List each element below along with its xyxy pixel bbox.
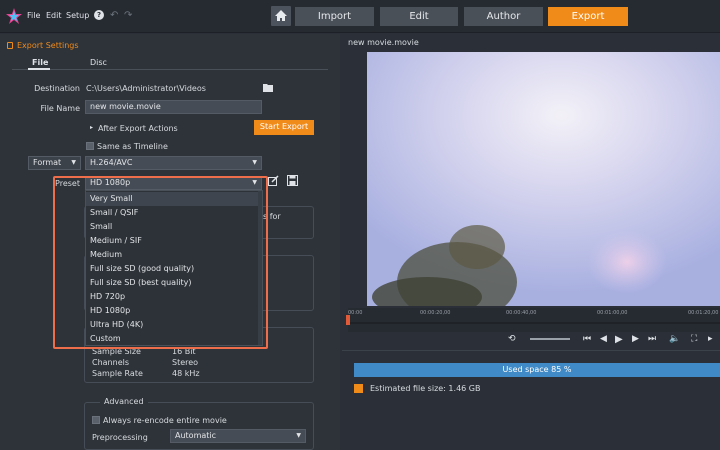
sample-rate-value: 48 kHz [172,369,200,378]
undo-icon[interactable]: ↶ [110,10,118,21]
filename-input[interactable]: new movie.movie [85,100,262,114]
home-button[interactable] [271,6,291,26]
timeline-tick: 00:00 [348,310,363,316]
same-as-timeline-checkbox[interactable] [86,142,94,150]
highlight-frame [53,176,268,349]
subtab-file-underline [28,68,50,70]
preprocessing-select[interactable]: Automatic ▼ [170,429,306,443]
channels-value: Stereo [172,358,199,367]
chevron-down-icon: ▼ [252,159,257,166]
step-forward-icon[interactable]: ▶ [632,334,639,344]
estimated-file-size: Estimated file size: 1.46 GB [370,384,481,393]
preview-margin [342,50,367,306]
shuttle-slider[interactable] [530,338,570,340]
filename-label: File Name [40,104,80,113]
after-export-arrow-icon[interactable]: ▸ [90,124,93,131]
timeline-tick: 00:00:20,00 [420,310,451,316]
channels-label: Channels [92,358,130,367]
go-to-start-icon[interactable]: ⏮ [583,334,591,344]
preview-title: new movie.movie [348,38,419,47]
after-export-actions[interactable]: After Export Actions [98,124,178,133]
format-value: H.264/AVC [90,158,133,167]
format-label: Format [33,158,62,167]
destination-path: C:\Users\Administrator\Videos [86,84,206,93]
preprocessing-value: Automatic [175,431,217,440]
tab-author[interactable]: Author [464,7,543,26]
used-space-text: Used space 85 % [502,365,572,374]
save-preset-icon[interactable] [287,175,298,186]
home-icon [275,10,287,21]
menu-file[interactable]: File [27,11,40,20]
video-preview [367,52,720,306]
tab-import[interactable]: Import [295,7,374,26]
help-icon[interactable]: ? [94,10,104,20]
video-frame [367,52,720,306]
start-export-button[interactable]: Start Export [254,120,314,135]
used-space-bar: Used space 85 % [354,363,720,377]
subtab-disc[interactable]: Disc [90,58,107,67]
same-as-timeline-label: Same as Timeline [97,142,168,151]
export-settings-title: Export Settings [17,41,79,50]
timeline-tick: 00:01:00,00 [597,310,628,316]
preprocessing-label: Preprocessing [92,433,148,442]
advanced-title: Advanced [100,397,148,406]
app-logo-icon [6,8,22,24]
sample-rate-label: Sample Rate [92,369,143,378]
chevron-down-icon: ▼ [296,432,301,439]
tab-export[interactable]: Export [548,7,628,26]
file-size-legend-swatch [354,384,363,393]
tab-edit[interactable]: Edit [380,7,458,26]
fullscreen-icon[interactable]: ⛶ [691,334,697,344]
playhead-marker[interactable] [346,315,350,325]
timeline-tick: 00:01:20,00 [688,310,719,316]
folder-icon[interactable] [263,83,273,92]
more-icon[interactable]: ▸ [708,334,713,344]
redo-icon[interactable]: ↷ [124,10,132,21]
chevron-down-icon: ▼ [71,159,76,166]
top-bar: File Edit Setup ? ↶ ↷ Import Edit Author… [0,0,720,33]
timeline-tick: 00:00:40,00 [506,310,537,316]
reencode-checkbox[interactable] [92,416,100,424]
menu-setup[interactable]: Setup [66,11,89,20]
volume-icon[interactable]: 🔈 [669,334,680,344]
format-select[interactable]: H.264/AVC ▼ [85,156,262,170]
step-back-icon[interactable]: ◀ [600,334,607,344]
loop-icon[interactable]: ⟲ [508,334,516,344]
play-icon[interactable]: ▶ [615,334,623,345]
panel-divider [342,350,720,351]
reencode-label: Always re-encode entire movie [103,416,227,425]
destination-label: Destination [34,84,80,93]
export-settings-icon [7,42,13,49]
format-dropdown[interactable]: Format ▼ [28,156,81,170]
subtab-file[interactable]: File [32,58,48,67]
subtab-divider [12,69,328,70]
edit-preset-icon[interactable] [268,175,279,186]
timeline-track[interactable] [348,322,720,324]
menu-edit[interactable]: Edit [46,11,62,20]
go-to-end-icon[interactable]: ⏭ [648,334,656,344]
